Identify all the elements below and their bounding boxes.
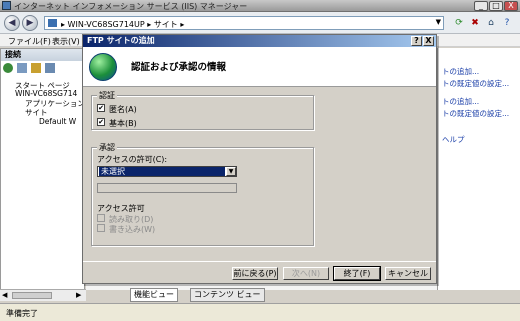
access-select-value: 未選択 bbox=[99, 167, 225, 176]
home-icon[interactable]: ⌂ bbox=[484, 16, 498, 30]
chevron-down-icon[interactable]: ▼ bbox=[436, 18, 441, 26]
permissions-label: アクセス許可 bbox=[97, 204, 145, 213]
globe-icon bbox=[89, 53, 117, 81]
prev-button[interactable]: 前に戻る(P) bbox=[232, 267, 278, 280]
address-box[interactable]: ▸ WIN-VC68SG714UP ▸ サイト ▸ ▼ bbox=[44, 16, 444, 30]
action-site-defaults-1[interactable]: トの既定値の設定... bbox=[442, 78, 509, 89]
dialog-title: FTP サイトの追加 bbox=[87, 36, 155, 45]
tree-item-default-site[interactable]: Default W bbox=[39, 117, 76, 126]
connect-icon[interactable] bbox=[3, 63, 13, 73]
app-icon bbox=[2, 1, 11, 10]
footer-divider bbox=[83, 261, 436, 262]
connections-toolbar bbox=[3, 63, 83, 75]
horizontal-scrollbar[interactable]: ◀ ▶ bbox=[0, 289, 86, 301]
action-site-defaults-2[interactable]: トの既定値の設定... bbox=[442, 108, 509, 119]
basic-checkbox[interactable]: ✔ bbox=[97, 118, 105, 126]
access-detail-field bbox=[97, 183, 237, 193]
dialog-header: 認証および承認の情報 bbox=[83, 47, 436, 87]
help-icon[interactable]: ? bbox=[500, 16, 514, 30]
connections-pane: 接続 スタート ページ WIN-VC68SG714 アプリケーション サイト D… bbox=[0, 48, 85, 290]
tab-features-view[interactable]: 機能ビュー bbox=[130, 288, 178, 302]
dialog-help-button[interactable]: ? bbox=[411, 36, 422, 46]
write-label: 書き込み(W) bbox=[109, 225, 156, 234]
menu-file[interactable]: ファイル(F) bbox=[8, 36, 51, 47]
stop-icon[interactable]: ✖ bbox=[468, 16, 482, 30]
authz-group-label: 承認 bbox=[97, 142, 117, 153]
scroll-thumb[interactable] bbox=[12, 292, 52, 299]
finish-button[interactable]: 終了(F) bbox=[334, 267, 380, 280]
back-button[interactable]: ◀ bbox=[4, 15, 20, 31]
view-tabs: 機能ビュー コンテンツ ビュー bbox=[130, 288, 280, 302]
actions-pane: トの追加... トの既定値の設定... トの追加... トの既定値の設定... … bbox=[437, 48, 520, 290]
next-button[interactable]: 次へ(N) bbox=[283, 267, 329, 280]
window-title: インターネット インフォメーション サービス (IIS) マネージャー bbox=[14, 2, 248, 11]
forward-button[interactable]: ▶ bbox=[22, 15, 38, 31]
auth-group-label: 認証 bbox=[97, 90, 117, 101]
cancel-button[interactable]: キャンセル bbox=[385, 267, 431, 280]
access-label: アクセスの許可(C): bbox=[97, 155, 168, 164]
address-bar-row: ◀ ▶ ▸ WIN-VC68SG714UP ▸ サイト ▸ ▼ ⟳ ✖ ⌂ ? bbox=[0, 12, 520, 34]
scroll-left-icon[interactable]: ◀ bbox=[2, 291, 7, 299]
tree-item-server[interactable]: WIN-VC68SG714 bbox=[15, 89, 77, 98]
address-path: ▸ WIN-VC68SG714UP ▸ サイト ▸ bbox=[61, 20, 185, 29]
dialog-heading: 認証および承認の情報 bbox=[131, 62, 227, 73]
access-select[interactable]: 未選択 ▼ bbox=[97, 166, 237, 177]
status-text: 準備完了 bbox=[6, 309, 38, 318]
save-icon[interactable] bbox=[17, 63, 27, 73]
network-icon[interactable] bbox=[45, 63, 55, 73]
server-icon bbox=[48, 19, 57, 27]
menu-view[interactable]: 表示(V) bbox=[52, 36, 80, 47]
folder-icon[interactable] bbox=[31, 63, 41, 73]
add-ftp-site-dialog: FTP サイトの追加 ? X 認証および承認の情報 認証 ✔ 匿名(A) ✔ 基… bbox=[82, 34, 437, 284]
chevron-down-icon[interactable]: ▼ bbox=[226, 167, 236, 176]
basic-label: 基本(B) bbox=[109, 119, 137, 128]
write-checkbox[interactable] bbox=[97, 224, 105, 232]
anonymous-checkbox[interactable]: ✔ bbox=[97, 104, 105, 112]
anonymous-label: 匿名(A) bbox=[109, 105, 137, 114]
action-help[interactable]: ヘルプ bbox=[442, 134, 465, 145]
dialog-titlebar: FTP サイトの追加 ? X bbox=[83, 35, 436, 47]
status-bar: 準備完了 bbox=[0, 303, 520, 321]
close-button[interactable]: X bbox=[504, 1, 518, 11]
refresh-icon[interactable]: ⟳ bbox=[452, 16, 466, 30]
dialog-close-button[interactable]: X bbox=[423, 36, 434, 46]
minimize-button[interactable]: _ bbox=[474, 1, 488, 11]
tab-content-view[interactable]: コンテンツ ビュー bbox=[190, 288, 265, 302]
read-checkbox[interactable] bbox=[97, 214, 105, 222]
action-add-site-1[interactable]: トの追加... bbox=[442, 66, 479, 77]
scroll-right-icon[interactable]: ▶ bbox=[76, 291, 81, 299]
maximize-button[interactable]: □ bbox=[489, 1, 503, 11]
window-titlebar: インターネット インフォメーション サービス (IIS) マネージャー _ □ … bbox=[0, 0, 520, 12]
action-add-site-2[interactable]: トの追加... bbox=[442, 96, 479, 107]
connections-header: 接続 bbox=[1, 49, 85, 61]
